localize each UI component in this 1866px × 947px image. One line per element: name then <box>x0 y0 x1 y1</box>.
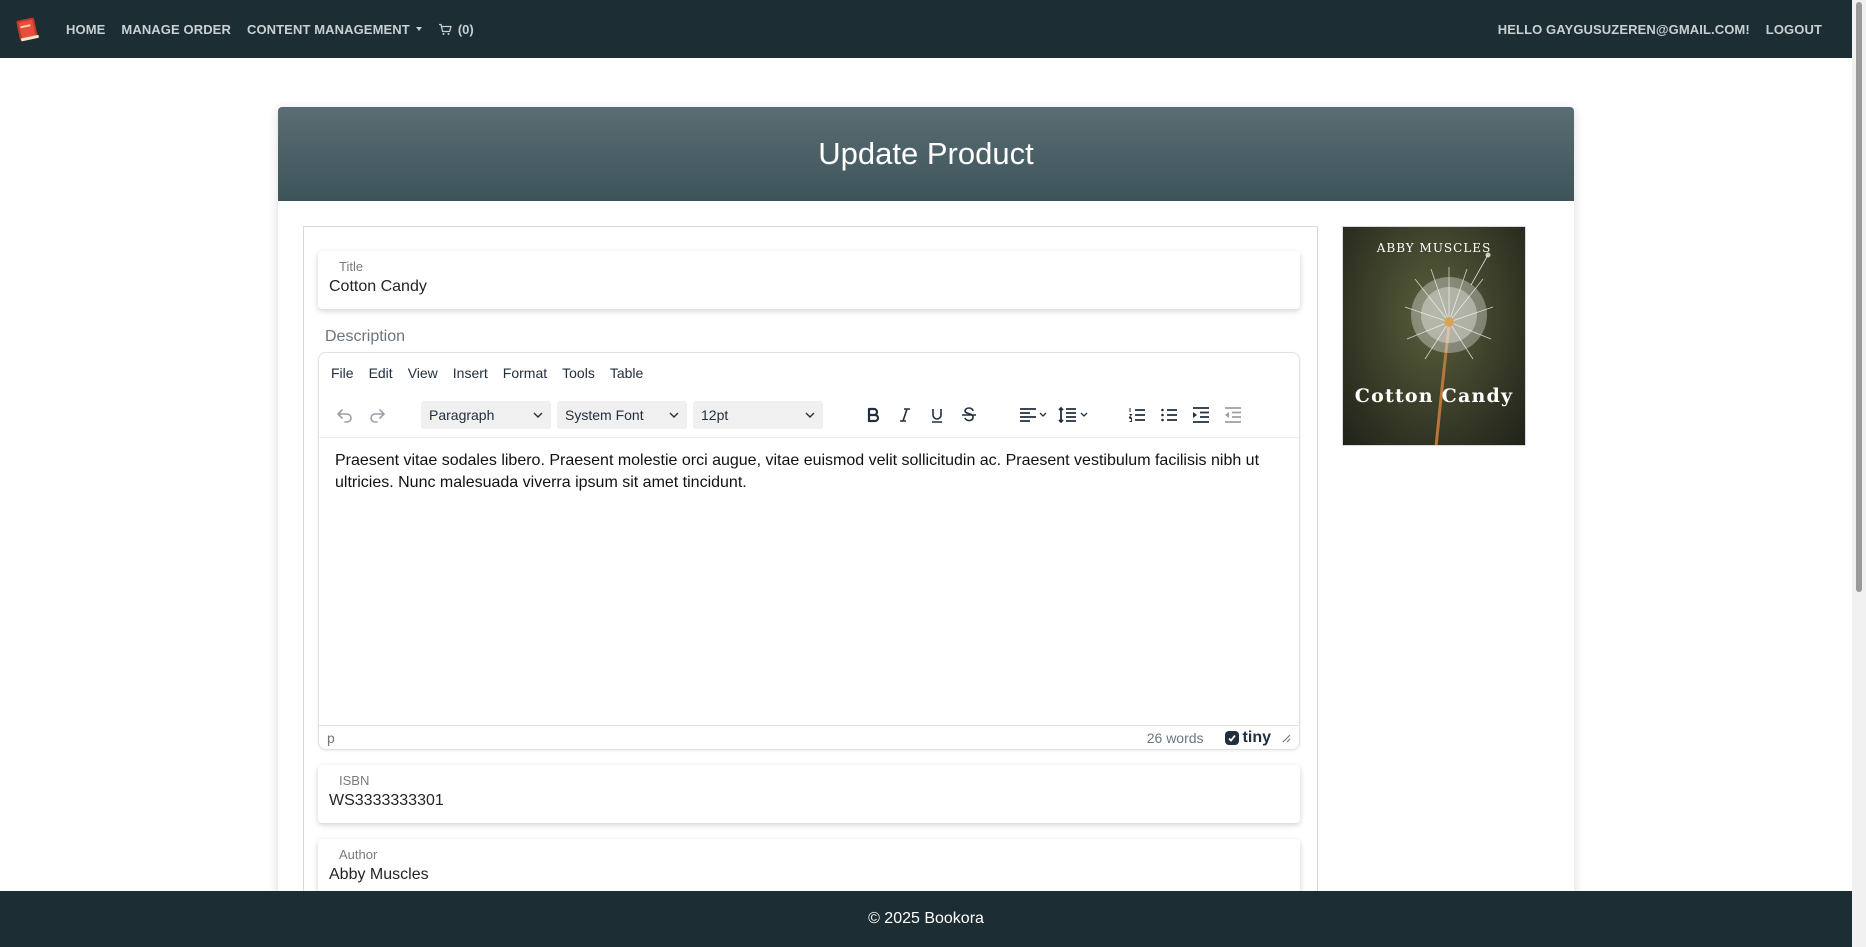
menu-view[interactable]: View <box>408 365 438 381</box>
update-product-card: Update Product Title Description File Ed… <box>278 107 1574 947</box>
italic-button[interactable] <box>889 399 921 431</box>
line-height-icon <box>1058 406 1088 424</box>
font-size-value: 12pt <box>701 407 729 423</box>
cart-icon <box>438 23 452 35</box>
author-field[interactable]: Author <box>318 839 1300 897</box>
align-left-icon <box>1020 408 1047 422</box>
underline-icon <box>932 409 942 423</box>
chevron-down-icon <box>805 412 815 418</box>
page-title: Update Product <box>818 136 1034 171</box>
author-input[interactable] <box>329 866 1279 884</box>
block-format-value: Paragraph <box>429 407 495 423</box>
redo-icon <box>370 409 385 423</box>
tiny-brand-label: tiny <box>1242 728 1271 746</box>
page-scrollbar[interactable] <box>1852 0 1866 947</box>
nav-content-management[interactable]: CONTENT MANAGEMENT <box>247 22 422 37</box>
title-label: Title <box>339 259 364 274</box>
undo-button[interactable] <box>329 399 361 431</box>
strikethrough-icon <box>962 407 976 422</box>
redo-button[interactable] <box>361 399 393 431</box>
block-format-select[interactable]: Paragraph <box>421 401 551 429</box>
bullet-list-button[interactable] <box>1153 399 1185 431</box>
indent-icon <box>1193 407 1209 423</box>
bold-icon <box>867 407 880 423</box>
title-field[interactable]: Title <box>318 251 1300 309</box>
menu-edit[interactable]: Edit <box>369 365 393 381</box>
line-height-button[interactable] <box>1053 399 1093 431</box>
rich-text-editor: File Edit View Insert Format Tools Table… <box>318 352 1300 750</box>
nav-right: HELLO GAYGUSUZEREN@GMAIL.COM! LOGOUT <box>1482 22 1838 37</box>
book-cover-image: ABBY MUSCLES Cotton Candy <box>1342 226 1526 446</box>
word-count[interactable]: 26 words <box>1147 730 1204 746</box>
font-family-select[interactable]: System Font <box>557 401 687 429</box>
nav-home[interactable]: HOME <box>66 22 105 37</box>
menu-table[interactable]: Table <box>610 365 643 381</box>
menu-insert[interactable]: Insert <box>453 365 488 381</box>
outdent-icon <box>1225 407 1241 423</box>
description-label: Description <box>325 328 406 345</box>
underline-button[interactable] <box>921 399 953 431</box>
bullet-list-icon <box>1161 408 1177 422</box>
editor-statusbar: p 26 words tiny <box>319 725 1299 749</box>
tiny-brand-link[interactable]: tiny <box>1224 729 1271 747</box>
caret-down-icon <box>415 27 422 31</box>
navbar: HOME MANAGE ORDER CONTENT MANAGEMENT (0)… <box>0 0 1852 58</box>
book-logo-icon[interactable] <box>14 14 42 44</box>
nav-content-management-label: CONTENT MANAGEMENT <box>246 21 410 37</box>
title-input[interactable] <box>329 278 1279 296</box>
font-size-select[interactable]: 12pt <box>693 401 823 429</box>
cover-title: Cotton Candy <box>1354 385 1514 407</box>
nav-manage-order[interactable]: MANAGE ORDER <box>121 22 231 37</box>
tiny-logo-icon <box>1224 730 1239 745</box>
cart-link[interactable]: (0) <box>438 22 474 37</box>
card-header: Update Product <box>278 107 1574 201</box>
isbn-input[interactable] <box>329 792 1279 810</box>
logout-link[interactable]: LOGOUT <box>1766 22 1822 37</box>
bold-button[interactable] <box>857 399 889 431</box>
editor-toolbar: Paragraph System Font 12pt <box>319 393 1299 437</box>
undo-icon <box>337 409 352 423</box>
font-family-value: System Font <box>565 407 644 423</box>
cart-count: (0) <box>457 21 474 37</box>
italic-icon <box>900 408 910 422</box>
scrollbar-thumb[interactable] <box>1856 2 1862 592</box>
dandelion-illustration <box>1404 252 1494 445</box>
isbn-label: ISBN <box>339 773 370 788</box>
isbn-field[interactable]: ISBN <box>318 765 1300 823</box>
indent-button[interactable] <box>1185 399 1217 431</box>
editor-menubar: File Edit View Insert Format Tools Table <box>319 353 1299 393</box>
numbered-list-button[interactable] <box>1121 399 1153 431</box>
align-dropdown-button[interactable] <box>1013 399 1053 431</box>
copyright-text: © 2025 Bookora <box>868 910 984 927</box>
element-path[interactable]: p <box>327 730 335 746</box>
editor-paragraph[interactable]: Praesent vitae sodales libero. Praesent … <box>335 450 1283 494</box>
product-form: Title Description File Edit View Insert … <box>303 226 1318 947</box>
strikethrough-button[interactable] <box>953 399 985 431</box>
resize-handle-icon[interactable] <box>1281 733 1291 743</box>
chevron-down-icon <box>669 412 679 418</box>
menu-file[interactable]: File <box>331 365 354 381</box>
author-label: Author <box>339 847 378 862</box>
numbered-list-icon <box>1128 408 1145 422</box>
outdent-button[interactable] <box>1217 399 1249 431</box>
editor-content[interactable]: Praesent vitae sodales libero. Praesent … <box>319 437 1299 725</box>
chevron-down-icon <box>533 412 543 418</box>
menu-tools[interactable]: Tools <box>562 365 595 381</box>
footer: © 2025 Bookora <box>0 891 1852 947</box>
menu-format[interactable]: Format <box>503 365 547 381</box>
user-greeting[interactable]: HELLO GAYGUSUZEREN@GMAIL.COM! <box>1498 22 1750 37</box>
